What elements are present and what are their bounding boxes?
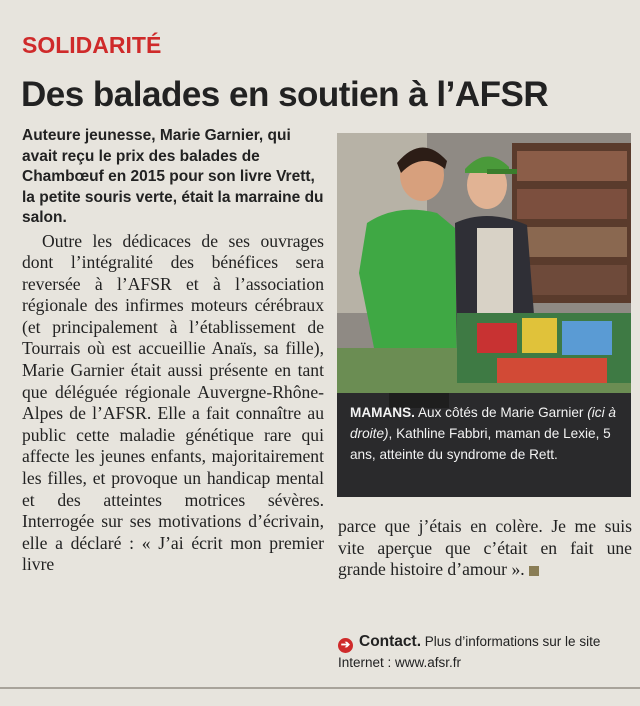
article-lead: Auteure jeunesse, Marie Garnier, qui ava… (22, 127, 324, 226)
contact-label: Contact. (359, 633, 421, 650)
caption-text-part2: , Kathline Fabbri, maman de Lexie, 5 ans… (350, 426, 611, 462)
article-body-left: Outre les dédicaces de ses ouvrages dont… (22, 230, 324, 575)
newspaper-page: SOLIDARITÉ Des balades en soutien à l’AF… (0, 0, 640, 706)
article-headline: Des balades en soutien à l’AFSR (21, 75, 549, 114)
end-of-article-mark (528, 566, 539, 577)
contact-box: ➔ Contact. Plus d’informations sur le sit… (338, 632, 638, 672)
left-column: Auteure jeunesse, Marie Garnier, qui ava… (22, 126, 324, 576)
caption-text-part1: Aux côtés de Marie Garnier (414, 405, 588, 420)
right-column: parce que j’étais en colère. Je me suis … (338, 516, 632, 581)
photo-caption: MAMANS. Aux côtés de Marie Garnier (ici … (350, 402, 622, 465)
article-body-right-text: parce que j’étais en colère. Je me suis … (338, 516, 632, 580)
article-body-right: parce que j’étais en colère. Je me suis … (338, 516, 632, 581)
bottom-divider (0, 687, 640, 689)
section-rubric: SOLIDARITÉ (22, 32, 162, 58)
caption-lead: MAMANS. (350, 405, 415, 420)
arrow-right-icon: ➔ (338, 638, 353, 653)
